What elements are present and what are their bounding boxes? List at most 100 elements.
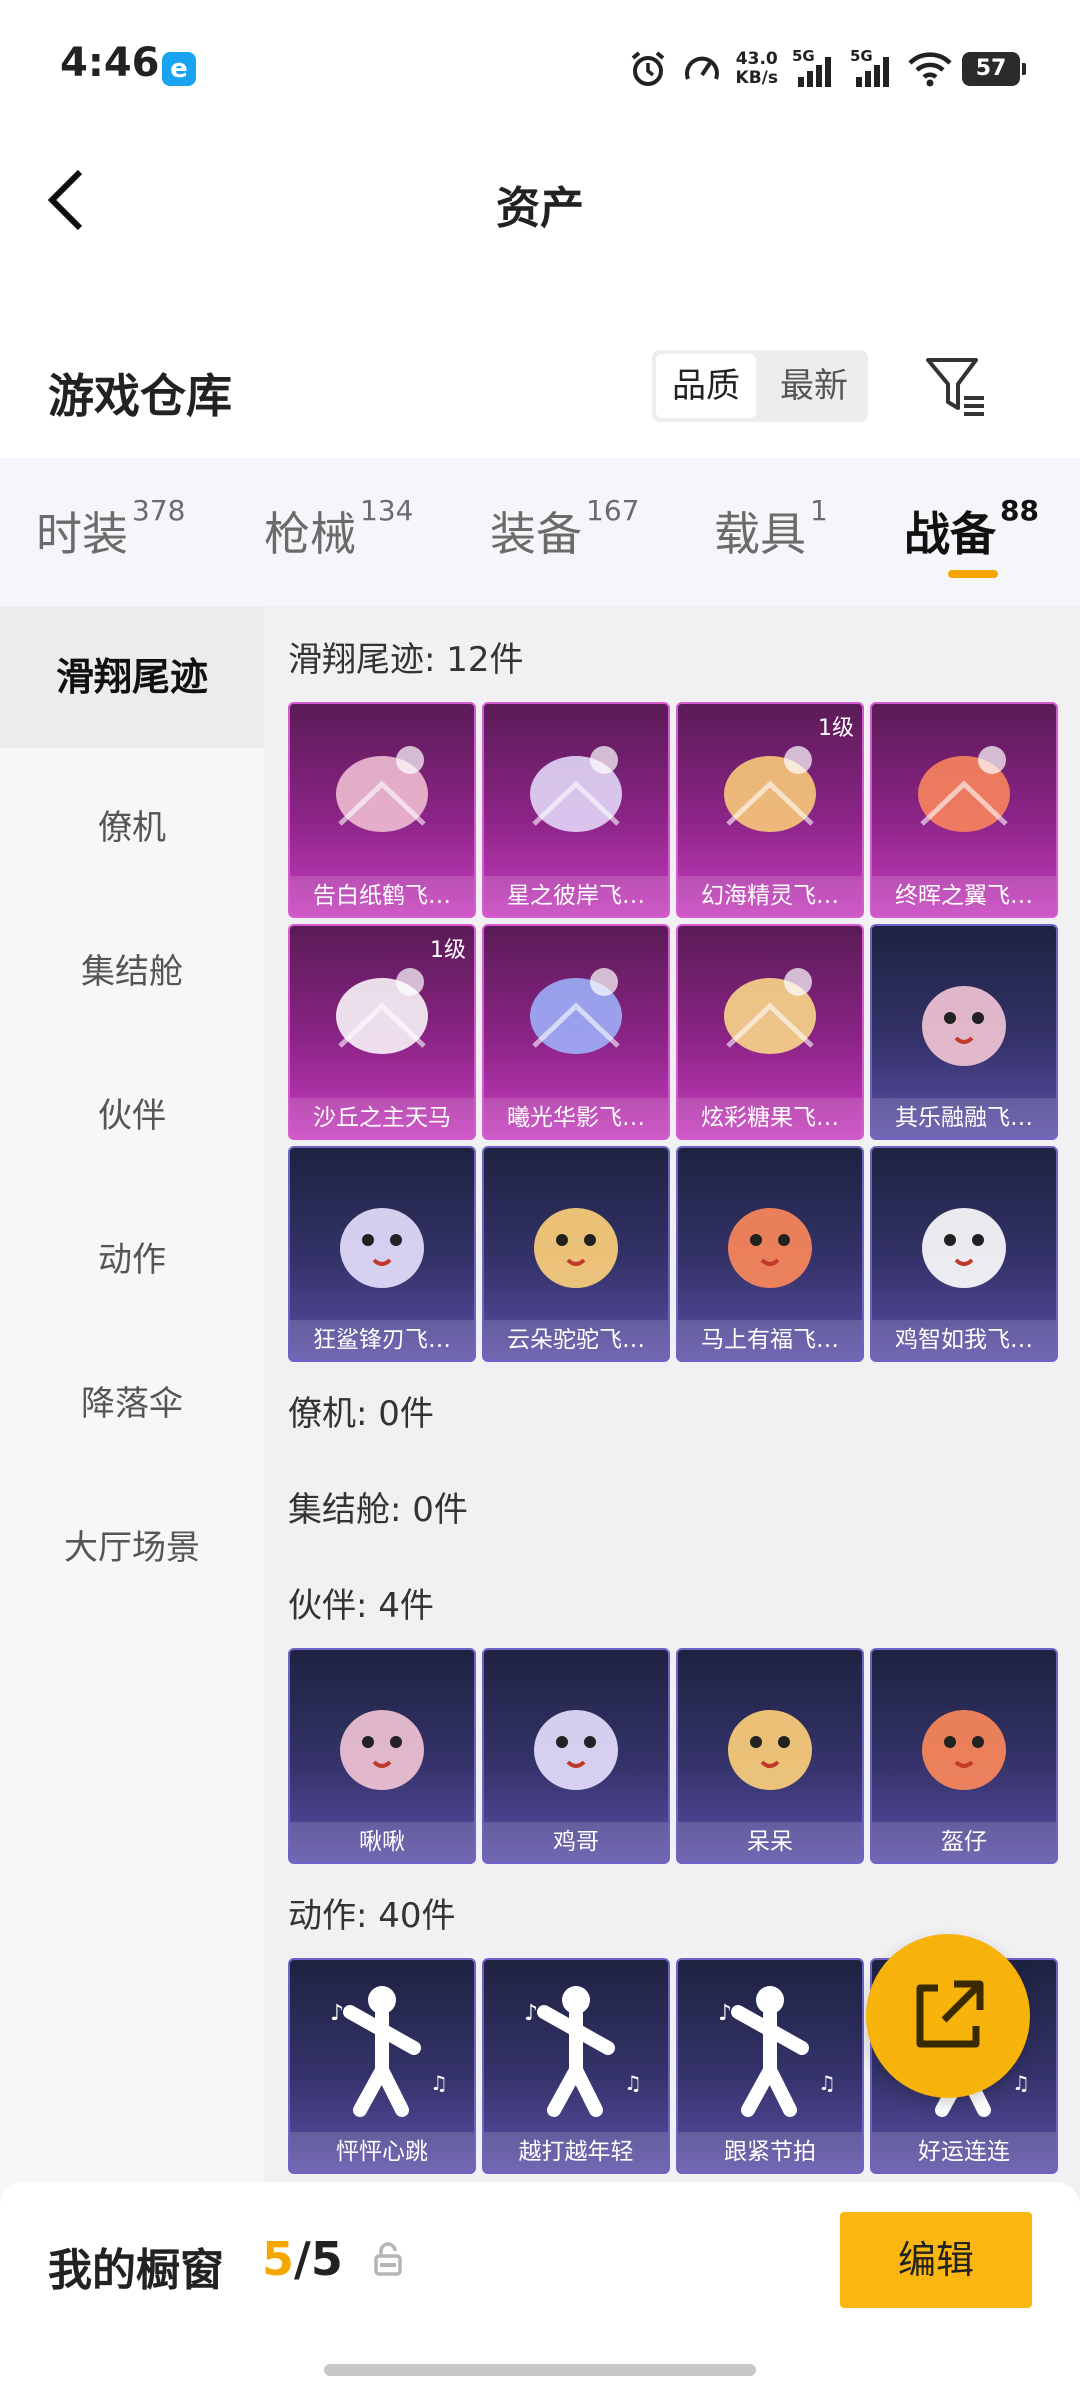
sidebar-item-parachute[interactable]: 降落伞 <box>0 1376 264 1425</box>
filter-button[interactable] <box>922 352 990 422</box>
sort-toggle: 品质 最新 <box>652 350 868 422</box>
item-label: 呆呆 <box>678 1822 862 1862</box>
item-label: 炫彩糖果飞… <box>678 1098 862 1138</box>
alarm-icon <box>628 49 668 89</box>
item-label: 好运连连 <box>872 2132 1056 2172</box>
svg-text:♪: ♪ <box>330 2001 344 2026</box>
item-image <box>678 926 862 1098</box>
sidebar-item-emote[interactable]: 动作 <box>0 1232 264 1281</box>
page-title: 资产 <box>496 183 584 234</box>
network-speed: 43.0 KB/s <box>735 49 778 88</box>
tab-outfit[interactable]: 时装 378 <box>36 494 185 564</box>
active-tab-indicator <box>948 570 998 578</box>
item-label: 星之彼岸飞… <box>484 876 668 916</box>
item-label: 沙丘之主天马 <box>290 1098 474 1138</box>
item-image <box>484 926 668 1098</box>
lock-open-icon <box>374 2242 402 2276</box>
category-tabs: 时装 378 枪械 134 装备 167 载具 1 战备 88 <box>0 458 1080 606</box>
item-card[interactable]: ♪ ♫ 越打越年轻 <box>482 1958 670 2174</box>
item-label: 告白纸鹤飞… <box>290 876 474 916</box>
item-card[interactable]: 呆呆 <box>676 1648 864 1864</box>
item-label: 怦怦心跳 <box>290 2132 474 2172</box>
item-card[interactable]: 告白纸鹤飞… <box>288 702 476 918</box>
svg-text:♪: ♪ <box>718 2001 732 2026</box>
item-label: 越打越年轻 <box>484 2132 668 2172</box>
item-image <box>872 926 1056 1098</box>
item-card[interactable]: 啾啾 <box>288 1648 476 1864</box>
item-card[interactable]: 1级幻海精灵飞… <box>676 702 864 918</box>
item-image: ♪♫ <box>678 1960 862 2132</box>
item-image: ♪♫ <box>484 1960 668 2132</box>
svg-text:♫: ♫ <box>624 2071 642 2095</box>
item-label: 马上有福飞… <box>678 1320 862 1360</box>
item-label: 啾啾 <box>290 1822 474 1862</box>
item-image <box>484 1148 668 1320</box>
item-label: 终晖之翼飞… <box>872 876 1056 916</box>
sort-newest-button[interactable]: 最新 <box>764 354 864 418</box>
item-label: 跟紧节拍 <box>678 2132 862 2172</box>
item-label: 鸡哥 <box>484 1822 668 1862</box>
item-image <box>290 1650 474 1822</box>
item-level-badge: 1级 <box>818 716 854 741</box>
item-label: 鸡智如我飞… <box>872 1320 1056 1360</box>
item-label: 狂鲨锋刃飞… <box>290 1320 474 1360</box>
item-card[interactable]: 炫彩糖果飞… <box>676 924 864 1140</box>
section-title-glide: 滑翔尾迹: 12件 <box>288 640 524 680</box>
section-title-partner: 伙伴: 4件 <box>288 1586 434 1626</box>
sidebar-item-lobby-scene[interactable]: 大厅场景 <box>0 1520 264 1569</box>
svg-text:♫: ♫ <box>430 2071 448 2095</box>
item-card[interactable]: 狂鲨锋刃飞… <box>288 1146 476 1362</box>
item-card[interactable]: 曦光华影飞… <box>482 924 670 1140</box>
item-label: 云朵驼驼飞… <box>484 1320 668 1360</box>
sidebar-item-glide-trail[interactable]: 滑翔尾迹 <box>0 606 264 748</box>
sidebar-item-partner[interactable]: 伙伴 <box>0 1088 264 1137</box>
signal-icon: 5G <box>792 47 836 89</box>
item-card[interactable]: 鸡哥 <box>482 1648 670 1864</box>
item-card[interactable]: ♪ ♫ 怦怦心跳 <box>288 1958 476 2174</box>
status-indicators: 43.0 KB/s 5G 5G 57 <box>628 44 1026 94</box>
status-time: 4:46 <box>60 40 160 86</box>
section-title-pod: 集结舱: 0件 <box>288 1490 468 1530</box>
sort-quality-button[interactable]: 品质 <box>656 354 756 418</box>
showcase-count: 5/5 <box>262 2232 343 2286</box>
item-card[interactable]: 马上有福飞… <box>676 1146 864 1362</box>
item-image <box>290 1148 474 1320</box>
sidebar: 滑翔尾迹 僚机 集结舱 伙伴 动作 降落伞 大厅场景 <box>0 606 264 2400</box>
tab-weapons[interactable]: 枪械 134 <box>264 494 413 564</box>
item-label: 幻海精灵飞… <box>678 876 862 916</box>
warehouse-title: 游戏仓库 <box>48 369 232 423</box>
sidebar-item-wingman[interactable]: 僚机 <box>0 800 264 849</box>
item-level-badge: 1级 <box>430 938 466 963</box>
item-image <box>872 1650 1056 1822</box>
item-card[interactable]: 星之彼岸飞… <box>482 702 670 918</box>
signal-icon-2: 5G <box>850 47 894 89</box>
status-bar: 4:46 e 43.0 KB/s 5G 5G 57 <box>0 0 1080 140</box>
item-card[interactable]: 其乐融融飞… <box>870 924 1058 1140</box>
battery-indicator: 57 <box>962 52 1026 86</box>
item-card[interactable]: 终晖之翼飞… <box>870 702 1058 918</box>
item-image: ♪♫ <box>290 1960 474 2132</box>
section-title-emote: 动作: 40件 <box>288 1896 456 1936</box>
item-card[interactable]: 云朵驼驼飞… <box>482 1146 670 1362</box>
item-card[interactable]: 盔仔 <box>870 1648 1058 1864</box>
app-notification-icon: e <box>162 52 196 86</box>
item-label: 盔仔 <box>872 1822 1056 1862</box>
showcase-label: 我的橱窗 <box>48 2245 224 2296</box>
item-card[interactable]: 鸡智如我飞… <box>870 1146 1058 1362</box>
item-label: 曦光华影飞… <box>484 1098 668 1138</box>
share-button[interactable] <box>866 1934 1030 2098</box>
item-label: 其乐融融飞… <box>872 1098 1056 1138</box>
svg-text:♫: ♫ <box>818 2071 836 2095</box>
tab-vehicles[interactable]: 载具 1 <box>714 494 828 564</box>
item-image <box>484 1650 668 1822</box>
speedometer-icon <box>682 49 722 89</box>
item-card[interactable]: 1级沙丘之主天马 <box>288 924 476 1140</box>
external-link-icon <box>916 1980 984 2048</box>
filter-icon <box>926 358 984 416</box>
tab-equipment[interactable]: 装备 167 <box>490 494 639 564</box>
edit-button[interactable]: 编辑 <box>840 2212 1032 2308</box>
home-indicator[interactable] <box>324 2364 756 2376</box>
item-card[interactable]: ♪ ♫ 跟紧节拍 <box>676 1958 864 2174</box>
sidebar-item-pod[interactable]: 集结舱 <box>0 944 264 993</box>
tab-battle-gear[interactable]: 战备 88 <box>904 494 1039 564</box>
